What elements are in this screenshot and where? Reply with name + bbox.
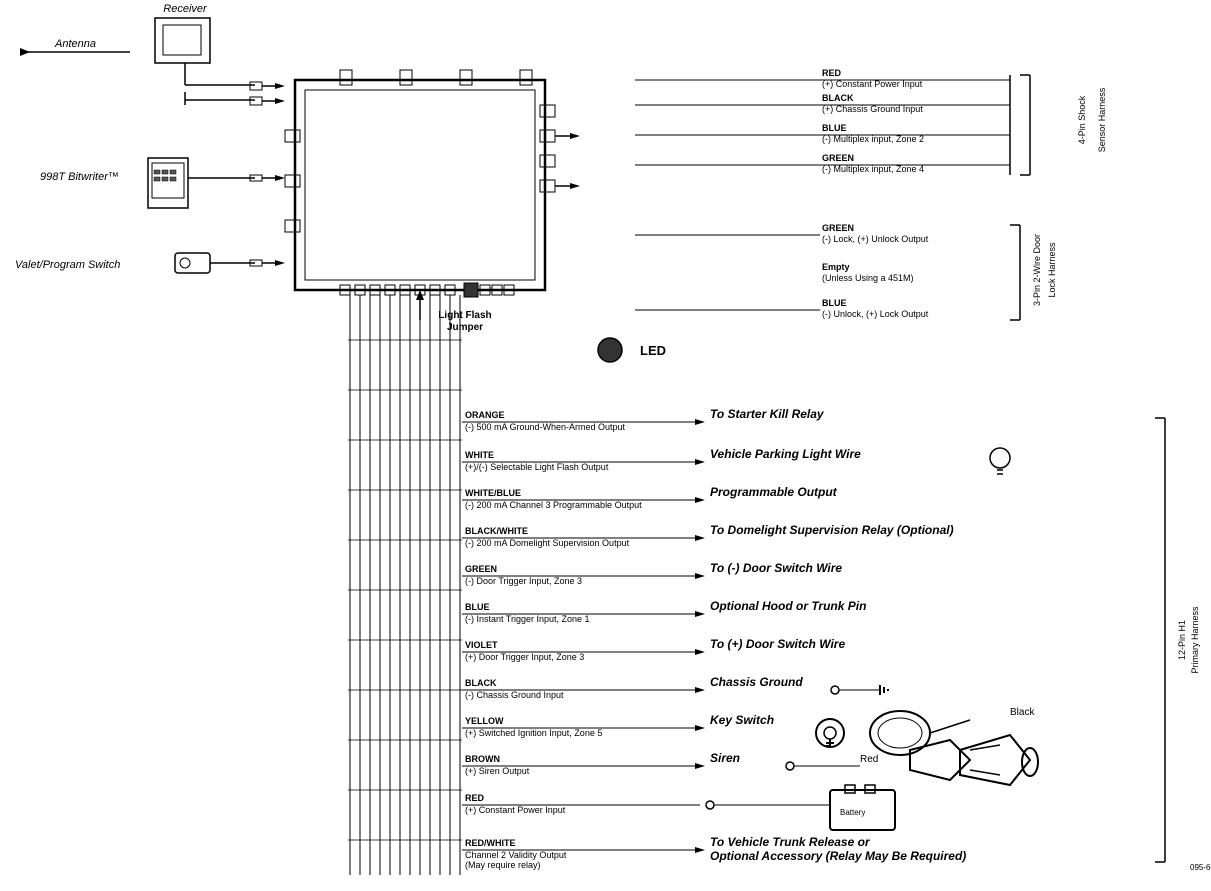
white-blue-wire-color: WHITE/BLUE	[465, 488, 521, 498]
door-lock-harness-label2: Lock Harness	[1047, 242, 1057, 298]
green-door-wire-color: GREEN	[465, 564, 497, 574]
yellow-wire-color: YELLOW	[465, 716, 504, 726]
light-flash-jumper-label2: Jumper	[447, 322, 483, 333]
green-door-wire-target: To (-) Door Switch Wire	[710, 561, 842, 575]
rw-wire-desc2: (May require relay)	[465, 860, 541, 870]
rw-wire-target2: Optional Accessory (Relay May Be Require…	[710, 849, 966, 863]
shock-harness-label2: Sensor Harness	[1097, 87, 1107, 152]
valet-switch-label: Valet/Program Switch	[15, 259, 120, 271]
shock-green-color: GREEN	[822, 153, 854, 163]
bw-wire-target: To Domelight Supervision Relay (Optional…	[710, 523, 954, 537]
battery-label: Battery	[840, 808, 865, 817]
green-door-wire-desc: (-) Door Trigger Input, Zone 3	[465, 576, 582, 586]
brown-wire-color: BROWN	[465, 754, 500, 764]
white-blue-wire-desc: (-) 200 mA Channel 3 Programmable Output	[465, 500, 642, 510]
bitwriter-label: 998T Bitwriter™	[40, 171, 119, 183]
receiver-label: Receiver	[163, 3, 208, 15]
orange-wire-desc: (-) 500 mA Ground-When-Armed Output	[465, 422, 626, 432]
shock-black-color: BLACK	[822, 93, 854, 103]
door-lock-harness-label: 3-Pin 2-Wire Door	[1032, 234, 1042, 306]
blue-trigger-wire-color: BLUE	[465, 602, 490, 612]
lock-empty-desc: (Unless Using a 451M)	[822, 273, 914, 283]
yellow-wire-desc: (+) Switched Ignition Input, Zone 5	[465, 728, 602, 738]
brown-wire-desc: (+) Siren Output	[465, 766, 530, 776]
white-wire-color: WHITE	[465, 450, 494, 460]
light-flash-jumper-label: Light Flash	[438, 310, 491, 321]
lock-blue-color: BLUE	[822, 298, 847, 308]
white-wire-desc: (+)/(-) Selectable Light Flash Output	[465, 462, 609, 472]
blue-trigger-wire-desc: (-) Instant Trigger Input, Zone 1	[465, 614, 590, 624]
violet-wire-desc: (+) Door Trigger Input, Zone 3	[465, 652, 584, 662]
primary-harness-label2: Primary Harness	[1190, 606, 1200, 674]
black-ground-wire-color: BLACK	[465, 678, 497, 688]
led-label: LED	[640, 343, 666, 358]
part-number: 095-602	[1190, 863, 1211, 872]
shock-blue-color: BLUE	[822, 123, 847, 133]
antenna-label: Antenna	[54, 38, 96, 50]
orange-wire-color: ORANGE	[465, 410, 505, 420]
brown-wire-target: Siren	[710, 751, 740, 765]
yellow-wire-target: Key Switch	[710, 713, 774, 727]
black-label: Black	[1010, 707, 1035, 718]
lock-green-desc: (-) Lock, (+) Unlock Output	[822, 234, 929, 244]
bw-wire-color: BLACK/WHITE	[465, 526, 528, 536]
shock-red-color: RED	[822, 68, 842, 78]
black-ground-wire-desc: (-) Chassis Ground Input	[465, 690, 564, 700]
white-wire-target: Vehicle Parking Light Wire	[710, 447, 861, 461]
blue-trigger-wire-target: Optional Hood or Trunk Pin	[710, 599, 866, 613]
lock-blue-desc: (-) Unlock, (+) Lock Output	[822, 309, 929, 319]
rw-wire-target: To Vehicle Trunk Release or	[710, 835, 871, 849]
rw-wire-desc: Channel 2 Validity Output	[465, 850, 567, 860]
violet-wire-target: To (+) Door Switch Wire	[710, 637, 845, 651]
white-blue-wire-target: Programmable Output	[710, 485, 838, 499]
black-ground-wire-target: Chassis Ground	[710, 675, 803, 689]
primary-harness-label: 12-Pin H1	[1177, 620, 1187, 660]
lock-green-color: GREEN	[822, 223, 854, 233]
shock-harness-label: 4-Pin Shock	[1077, 95, 1087, 144]
red-power-wire-desc: (+) Constant Power Input	[465, 805, 566, 815]
wiring-diagram: Receiver Antenna 998T Bitwriter	[0, 0, 1211, 891]
bw-wire-desc: (-) 200 mA Domelight Supervision Output	[465, 538, 630, 548]
violet-wire-color: VIOLET	[465, 640, 498, 650]
red-power-wire-color: RED	[465, 793, 485, 803]
lock-empty-color: Empty	[822, 262, 850, 272]
rw-wire-color: RED/WHITE	[465, 838, 516, 848]
red-wire-inline: Red	[860, 754, 878, 765]
orange-wire-target: To Starter Kill Relay	[710, 407, 825, 421]
